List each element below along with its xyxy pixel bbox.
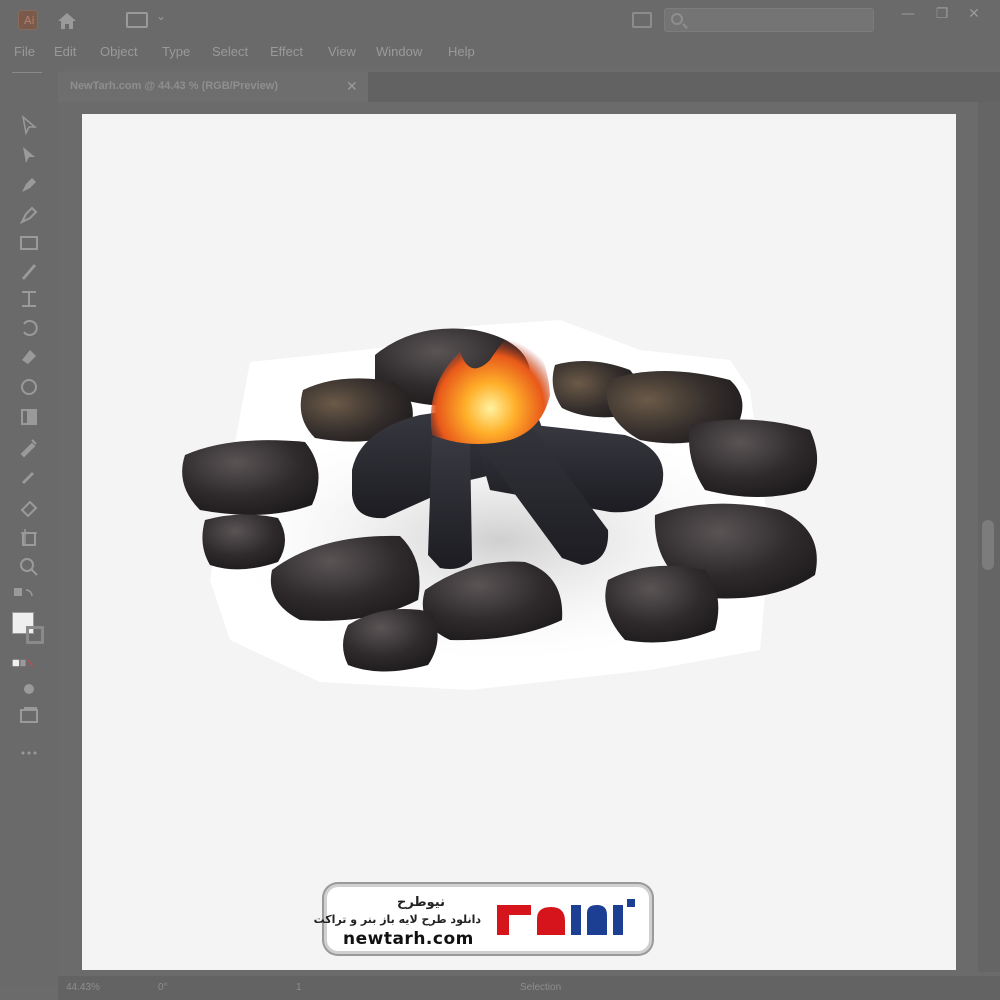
watermark-subtitle: دانلود طرح لایه باز بنر و تراکت — [313, 913, 481, 926]
app-logo-icon[interactable]: Ai — [18, 10, 38, 30]
minimize-button[interactable]: — — [900, 6, 916, 22]
scale-tool-icon[interactable] — [18, 376, 40, 398]
stroke-color-swatch[interactable] — [26, 626, 44, 644]
menu-type[interactable]: Type — [162, 44, 190, 59]
menu-view[interactable]: View — [328, 44, 356, 59]
rectangle-tool-icon[interactable] — [18, 232, 40, 254]
maximize-button[interactable]: ❐ — [934, 6, 950, 22]
application-bar: Ai ⌄ — ❐ ✕ — [0, 0, 1000, 40]
rock — [689, 419, 818, 497]
watermark-title: نیوطرح — [396, 895, 445, 910]
menu-window[interactable]: Window — [376, 44, 422, 59]
pen-tool-icon[interactable] — [18, 174, 40, 196]
screen-mode-icon[interactable] — [18, 704, 40, 726]
current-tool-status: Selection — [520, 982, 562, 993]
status-bar: 44.43% 0° 1 Selection — [58, 976, 1000, 1000]
rock — [605, 565, 719, 643]
eyedropper-tool-icon[interactable] — [18, 466, 40, 488]
search-box[interactable] — [664, 8, 874, 32]
rotation-angle[interactable]: 0° — [158, 982, 168, 993]
more-tools-icon[interactable] — [18, 742, 40, 764]
eraser-tool-icon[interactable] — [18, 346, 40, 368]
rock — [182, 440, 319, 515]
selection-tool-icon[interactable] — [18, 114, 40, 136]
zoom-tool-icon[interactable] — [18, 556, 40, 578]
draw-mode-icon[interactable] — [18, 678, 40, 700]
watermark-url: newtarh.com — [343, 929, 474, 949]
color-mode-icon[interactable] — [12, 652, 34, 674]
gradient-tool-icon[interactable] — [18, 436, 40, 458]
chevron-down-icon[interactable]: ⌄ — [156, 9, 166, 23]
direct-selection-tool-icon[interactable] — [18, 144, 40, 166]
curvature-tool-icon[interactable] — [18, 204, 40, 226]
rotate-tool-icon[interactable] — [18, 316, 40, 338]
search-icon — [671, 13, 683, 25]
menu-bar: File Edit Object Type Select Effect View… — [0, 40, 1000, 66]
document-tab-bar: NewTarh.com @ 44.43 % (RGB/Preview) ✕ — [58, 72, 1000, 102]
zoom-level[interactable]: 44.43% — [66, 982, 100, 993]
menu-object[interactable]: Object — [100, 44, 138, 59]
home-icon[interactable] — [56, 10, 78, 32]
paintbrush-tool-icon[interactable] — [18, 260, 40, 282]
app-logo-text: Ai — [24, 14, 35, 27]
rock — [202, 514, 285, 570]
workspace-switcher-icon[interactable] — [126, 12, 148, 28]
menu-file[interactable]: File — [14, 44, 35, 59]
document-tab-label: NewTarh.com @ 44.43 % (RGB/Preview) — [70, 80, 278, 92]
width-tool-icon[interactable] — [18, 406, 40, 428]
campfire-illustration[interactable] — [170, 290, 830, 700]
menu-effect[interactable]: Effect — [270, 44, 303, 59]
toolbar-grip[interactable] — [12, 72, 42, 76]
document-tab[interactable]: NewTarh.com @ 44.43 % (RGB/Preview) ✕ — [58, 72, 368, 102]
search-input[interactable] — [693, 12, 863, 28]
newtarh-watermark: نیوطرح دانلود طرح لایه باز بنر و تراکت n… — [314, 884, 652, 954]
menu-edit[interactable]: Edit — [54, 44, 76, 59]
artboard-tool-icon[interactable] — [18, 526, 40, 548]
arrange-documents-icon[interactable] — [632, 12, 652, 28]
menu-select[interactable]: Select — [212, 44, 248, 59]
shaper-tool-icon[interactable] — [18, 288, 40, 310]
symbol-sprayer-tool-icon[interactable] — [18, 496, 40, 518]
menu-help[interactable]: Help — [448, 44, 475, 59]
scrollbar-thumb[interactable] — [982, 520, 994, 570]
newtarh-logo-icon — [497, 899, 635, 935]
log — [428, 434, 472, 569]
artboard-number[interactable]: 1 — [296, 982, 302, 993]
tools-panel — [0, 66, 58, 986]
default-fill-stroke-icon[interactable] — [12, 586, 34, 608]
close-tab-button[interactable]: ✕ — [346, 78, 358, 95]
close-window-button[interactable]: ✕ — [966, 6, 982, 22]
